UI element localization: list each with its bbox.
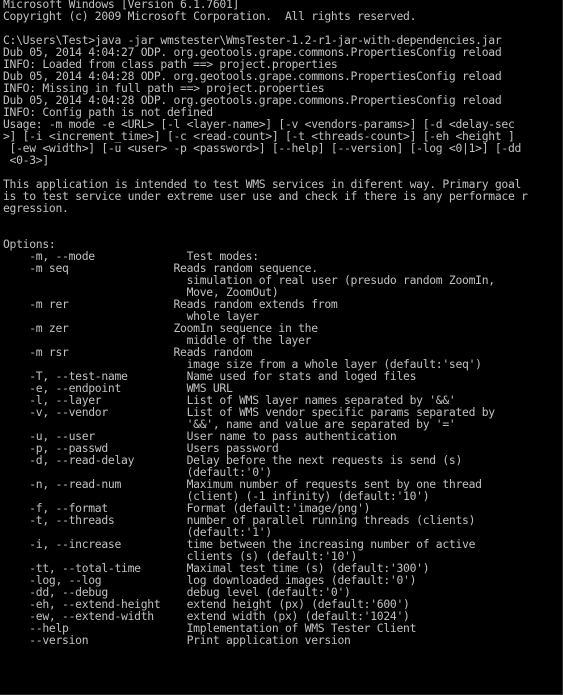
console-line: egression. — [3, 201, 69, 215]
console-output[interactable]: Microsoft Windows [Version 6.1.7601] Copy… — [3, 0, 563, 695]
console-window[interactable]: Microsoft Windows [Version 6.1.7601] Copy… — [0, 0, 563, 695]
console-line: Copyright (c) 2009 Microsoft Corporation… — [3, 9, 417, 23]
console-line: --version Print application version — [3, 633, 351, 647]
console-line: [-ew <width>] [-u <user> -p <password>] … — [3, 141, 522, 155]
console-line: <0-3>] — [3, 153, 50, 167]
console-line: is to test service under extreme user us… — [3, 189, 528, 203]
